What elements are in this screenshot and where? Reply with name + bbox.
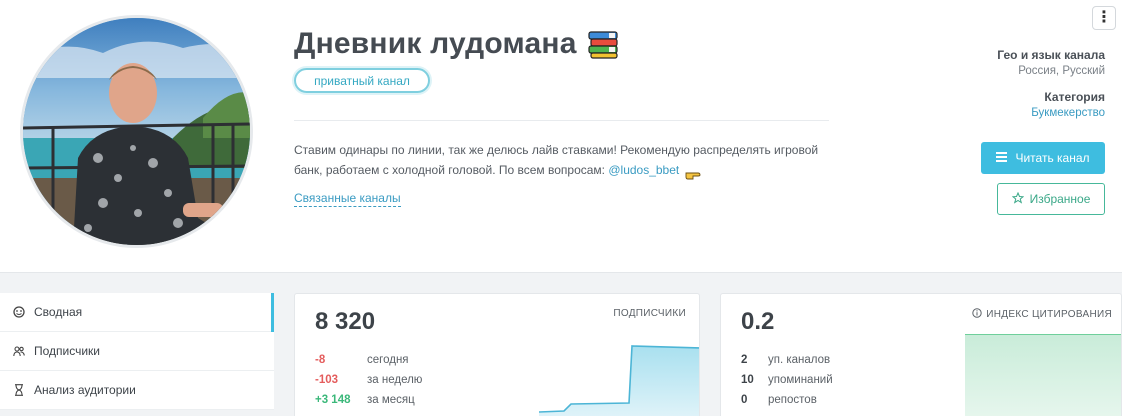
info-icon[interactable] bbox=[972, 308, 982, 321]
citation-card-label: ИНДЕКС ЦИТИРОВАНИЯ bbox=[972, 308, 1112, 321]
stat-label: уп. каналов bbox=[768, 354, 831, 366]
stat-value: 2 bbox=[741, 354, 748, 366]
sidebar-item-audience-analysis[interactable]: Анализ аудитории bbox=[0, 371, 274, 410]
sidebar-item-label: Сводная bbox=[34, 305, 83, 319]
citation-label-text: ИНДЕКС ЦИТИРОВАНИЯ bbox=[986, 309, 1112, 320]
stat-label: за месяц bbox=[367, 394, 415, 406]
stat-row-week: -103 за неделю bbox=[315, 370, 422, 390]
subscribers-card-label: ПОДПИСЧИКИ bbox=[613, 308, 686, 319]
category-label: Категория bbox=[1044, 90, 1105, 104]
subscribers-stats: -8 сегодня -103 за неделю +3 148 за меся… bbox=[315, 350, 422, 410]
subscribers-count: 8 320 bbox=[315, 308, 376, 335]
sidebar-item-label: Анализ аудитории bbox=[34, 383, 136, 397]
pointing-hand-icon bbox=[685, 166, 701, 180]
stat-value: 0 bbox=[741, 394, 748, 406]
private-channel-badge: приватный канал bbox=[294, 68, 430, 93]
channel-header: Дневник лудомана приватный канал Ставим … bbox=[0, 0, 1122, 272]
citation-chart-area bbox=[965, 334, 1121, 416]
related-channels-link[interactable]: Связанные каналы bbox=[294, 191, 401, 207]
stat-value: -8 bbox=[315, 354, 326, 366]
description-text: Ставим одинары по линии, так же делюсь л… bbox=[294, 143, 819, 177]
channel-title: Дневник лудомана bbox=[294, 27, 577, 60]
sidebar-nav: Сводная Подписчики Анализ аудитории bbox=[0, 293, 274, 410]
star-icon bbox=[1011, 191, 1024, 207]
citation-index-card: 0.2 ИНДЕКС ЦИТИРОВАНИЯ 2 уп. каналов 10 … bbox=[720, 293, 1122, 416]
divider bbox=[294, 120, 829, 121]
read-channel-label: Читать канал bbox=[1015, 151, 1090, 165]
favorite-label: Избранное bbox=[1029, 192, 1091, 206]
stat-row-reposts: 0 репостов bbox=[741, 390, 833, 410]
favorite-button[interactable]: Избранное bbox=[997, 183, 1105, 215]
stat-label: за неделю bbox=[367, 374, 423, 386]
hourglass-icon bbox=[12, 383, 26, 397]
title-row: Дневник лудомана bbox=[294, 24, 619, 64]
citation-index-value: 0.2 bbox=[741, 308, 775, 335]
stat-label: упоминаний bbox=[768, 374, 833, 386]
users-icon bbox=[12, 344, 26, 358]
channel-avatar bbox=[20, 15, 253, 248]
category-link[interactable]: Букмекерство bbox=[1031, 107, 1105, 119]
sidebar-item-label: Подписчики bbox=[34, 344, 101, 358]
sidebar-item-subscribers[interactable]: Подписчики bbox=[0, 332, 274, 371]
stat-row-mentions: 10 упоминаний bbox=[741, 370, 833, 390]
subscribers-sparkline bbox=[539, 345, 699, 416]
stat-label: репостов bbox=[768, 394, 817, 406]
read-channel-button[interactable]: Читать канал bbox=[981, 142, 1105, 174]
mention-link[interactable]: @ludos_bbet bbox=[608, 163, 679, 177]
list-icon bbox=[996, 151, 1008, 165]
stat-row-month: +3 148 за месяц bbox=[315, 390, 422, 410]
category-block: Категория Букмекерство bbox=[1031, 90, 1105, 119]
kebab-menu-icon: ⋮ bbox=[1096, 9, 1112, 26]
stat-row-channels: 2 уп. каналов bbox=[741, 350, 833, 370]
sidebar-item-summary[interactable]: Сводная bbox=[0, 293, 274, 332]
channel-description: Ставим одинары по линии, так же делюсь л… bbox=[294, 140, 824, 180]
geo-label: Гео и язык канала bbox=[997, 48, 1105, 62]
stat-value: +3 148 bbox=[315, 394, 351, 406]
subscribers-card: 8 320 ПОДПИСЧИКИ -8 сегодня -103 за неде… bbox=[294, 293, 700, 416]
stat-label: сегодня bbox=[367, 354, 409, 366]
geo-language-block: Гео и язык канала Россия, Русский bbox=[997, 48, 1105, 77]
stat-row-today: -8 сегодня bbox=[315, 350, 422, 370]
stat-value: -103 bbox=[315, 374, 339, 386]
books-emoji-icon bbox=[587, 29, 619, 59]
geo-value: Россия, Русский bbox=[1018, 65, 1105, 77]
dashboard-icon bbox=[12, 305, 26, 319]
citation-stats: 2 уп. каналов 10 упоминаний 0 репостов bbox=[741, 350, 833, 410]
more-menu-button[interactable]: ⋮ bbox=[1092, 6, 1116, 30]
stat-value: 10 bbox=[741, 374, 754, 386]
